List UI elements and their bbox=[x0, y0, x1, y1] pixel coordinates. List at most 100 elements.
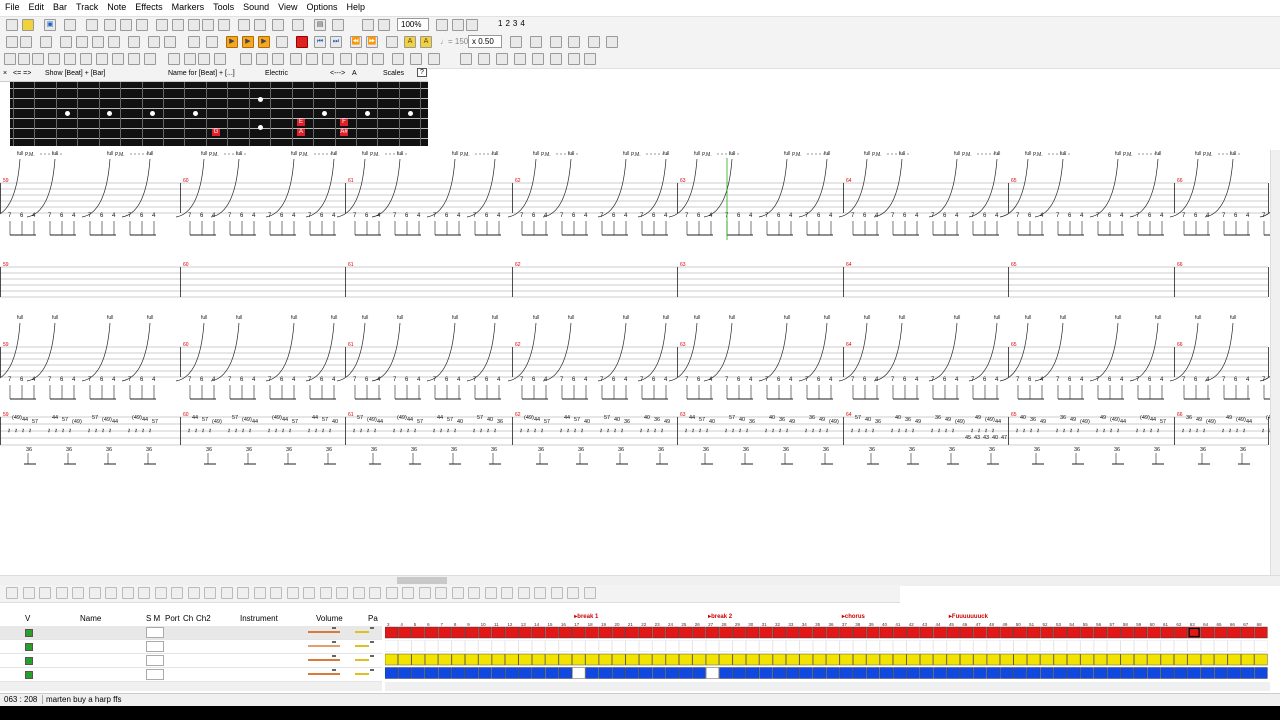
toolbar-icon[interactable] bbox=[452, 19, 464, 31]
menu-help[interactable]: Help bbox=[342, 0, 370, 14]
bar-cell[interactable] bbox=[679, 653, 693, 666]
bar-cell[interactable] bbox=[398, 640, 412, 652]
toolbar-icon[interactable]: A bbox=[420, 36, 432, 48]
bar-cell[interactable] bbox=[1013, 640, 1027, 652]
bar-cell[interactable] bbox=[1040, 667, 1054, 679]
bar-cell[interactable] bbox=[826, 653, 840, 666]
bar-cell[interactable] bbox=[1187, 653, 1201, 666]
toolbar-icon[interactable] bbox=[164, 36, 176, 48]
toolbar-icon[interactable] bbox=[206, 36, 218, 48]
bar-cell[interactable] bbox=[1026, 640, 1041, 652]
bar-cell[interactable] bbox=[1093, 626, 1108, 639]
marker-label[interactable]: ▸break 1 bbox=[573, 614, 599, 620]
visible-checkbox[interactable] bbox=[25, 643, 33, 651]
toolbar-icon[interactable] bbox=[104, 19, 116, 31]
bar-cell[interactable] bbox=[652, 653, 666, 666]
bar-cell[interactable] bbox=[772, 640, 786, 652]
bar-cell[interactable] bbox=[531, 653, 546, 666]
bar-cell[interactable] bbox=[545, 626, 559, 639]
visible-checkbox[interactable] bbox=[25, 657, 33, 665]
bar-cell[interactable] bbox=[705, 667, 720, 679]
bar-cell[interactable] bbox=[385, 640, 398, 652]
bar-cell[interactable] bbox=[1040, 626, 1054, 639]
bar-cell[interactable] bbox=[1000, 626, 1014, 639]
scroll-thumb[interactable] bbox=[397, 577, 447, 584]
bar-cell[interactable] bbox=[946, 640, 960, 652]
bar-cell[interactable] bbox=[960, 667, 974, 679]
bar-cell[interactable] bbox=[1160, 653, 1174, 666]
bar-cell[interactable] bbox=[625, 640, 639, 652]
bar-cell[interactable] bbox=[385, 667, 398, 679]
toolbar-icon[interactable] bbox=[96, 53, 108, 65]
bar-cell[interactable] bbox=[1107, 640, 1121, 652]
bar-cell[interactable] bbox=[1120, 667, 1134, 679]
bar-cell[interactable] bbox=[893, 667, 907, 679]
bar-cell[interactable] bbox=[558, 653, 572, 666]
bar-cell[interactable] bbox=[424, 640, 439, 652]
bar-cell[interactable] bbox=[1160, 640, 1174, 652]
score-vertical-scrollbar[interactable] bbox=[1270, 150, 1280, 575]
bar-cell[interactable] bbox=[746, 640, 760, 652]
effect-icon[interactable] bbox=[138, 587, 150, 599]
marker-label[interactable]: ▸chorus bbox=[841, 614, 866, 620]
bar-cell[interactable] bbox=[665, 640, 679, 652]
bar-cell[interactable] bbox=[531, 667, 546, 679]
effect-icon[interactable] bbox=[6, 587, 18, 599]
bar-cell[interactable] bbox=[398, 667, 412, 679]
help-button[interactable]: ? bbox=[417, 68, 427, 77]
bar-cell[interactable] bbox=[612, 640, 626, 652]
bar-cell[interactable] bbox=[986, 653, 1001, 666]
toolbar-icon[interactable] bbox=[32, 53, 44, 65]
bar-cell[interactable] bbox=[812, 626, 827, 639]
bar-cell[interactable] bbox=[692, 640, 706, 652]
bar-cell[interactable] bbox=[839, 640, 853, 652]
toolbar-icon[interactable] bbox=[332, 19, 344, 31]
bar-cell[interactable] bbox=[1254, 653, 1268, 666]
menu-edit[interactable]: Edit bbox=[24, 0, 49, 14]
effect-icon[interactable] bbox=[550, 587, 563, 599]
toolbar-icon[interactable] bbox=[148, 36, 160, 48]
bar-cell[interactable] bbox=[625, 667, 639, 679]
key-select[interactable]: A bbox=[352, 70, 357, 77]
bar-cell[interactable] bbox=[438, 653, 452, 666]
bar-cell[interactable] bbox=[652, 640, 666, 652]
page-number[interactable]: 3 bbox=[513, 19, 517, 28]
bar-cell[interactable] bbox=[839, 626, 853, 639]
bar-cell[interactable] bbox=[786, 667, 800, 679]
bar-cell[interactable] bbox=[933, 667, 947, 679]
bar-cell[interactable] bbox=[398, 626, 412, 639]
bar-cell[interactable] bbox=[826, 626, 840, 639]
bar-cell[interactable] bbox=[679, 640, 693, 652]
bar-cell[interactable] bbox=[1254, 640, 1268, 652]
toolbar-icon[interactable] bbox=[172, 19, 184, 31]
visible-checkbox[interactable] bbox=[25, 671, 33, 679]
bar-cell[interactable] bbox=[478, 653, 492, 666]
bar-cell[interactable] bbox=[1200, 667, 1215, 679]
bar-cell[interactable] bbox=[1174, 626, 1188, 639]
toolbar-icon[interactable] bbox=[292, 19, 304, 31]
bar-cell[interactable] bbox=[879, 653, 893, 666]
bar-cell[interactable] bbox=[505, 640, 519, 652]
toolbar-icon[interactable] bbox=[510, 36, 522, 48]
zoom-select[interactable]: 100% bbox=[397, 18, 429, 31]
bar-cell[interactable] bbox=[759, 626, 773, 639]
bar-cell[interactable] bbox=[1134, 626, 1148, 639]
toolbar-icon[interactable] bbox=[128, 36, 140, 48]
bar-cell[interactable] bbox=[732, 653, 746, 666]
bar-cell[interactable] bbox=[705, 653, 720, 666]
bar-cell[interactable] bbox=[705, 640, 720, 652]
marker-label[interactable]: ▸break 2 bbox=[707, 614, 733, 620]
track-row[interactable] bbox=[0, 640, 382, 654]
bar-cell[interactable] bbox=[1013, 653, 1027, 666]
bar-cell[interactable] bbox=[1227, 667, 1241, 679]
bar-cell[interactable] bbox=[585, 640, 599, 652]
bar-cell[interactable] bbox=[545, 667, 559, 679]
menu-file[interactable]: File bbox=[0, 0, 24, 14]
track-row[interactable] bbox=[0, 668, 382, 682]
toolbar-icon[interactable] bbox=[588, 36, 600, 48]
marker-label[interactable]: ▸Fuuuuuuuck bbox=[948, 614, 989, 620]
bar-cell[interactable] bbox=[558, 667, 572, 679]
effect-icon[interactable] bbox=[484, 587, 497, 599]
toolbar-icon[interactable] bbox=[436, 19, 448, 31]
bar-cell[interactable] bbox=[986, 667, 1001, 679]
